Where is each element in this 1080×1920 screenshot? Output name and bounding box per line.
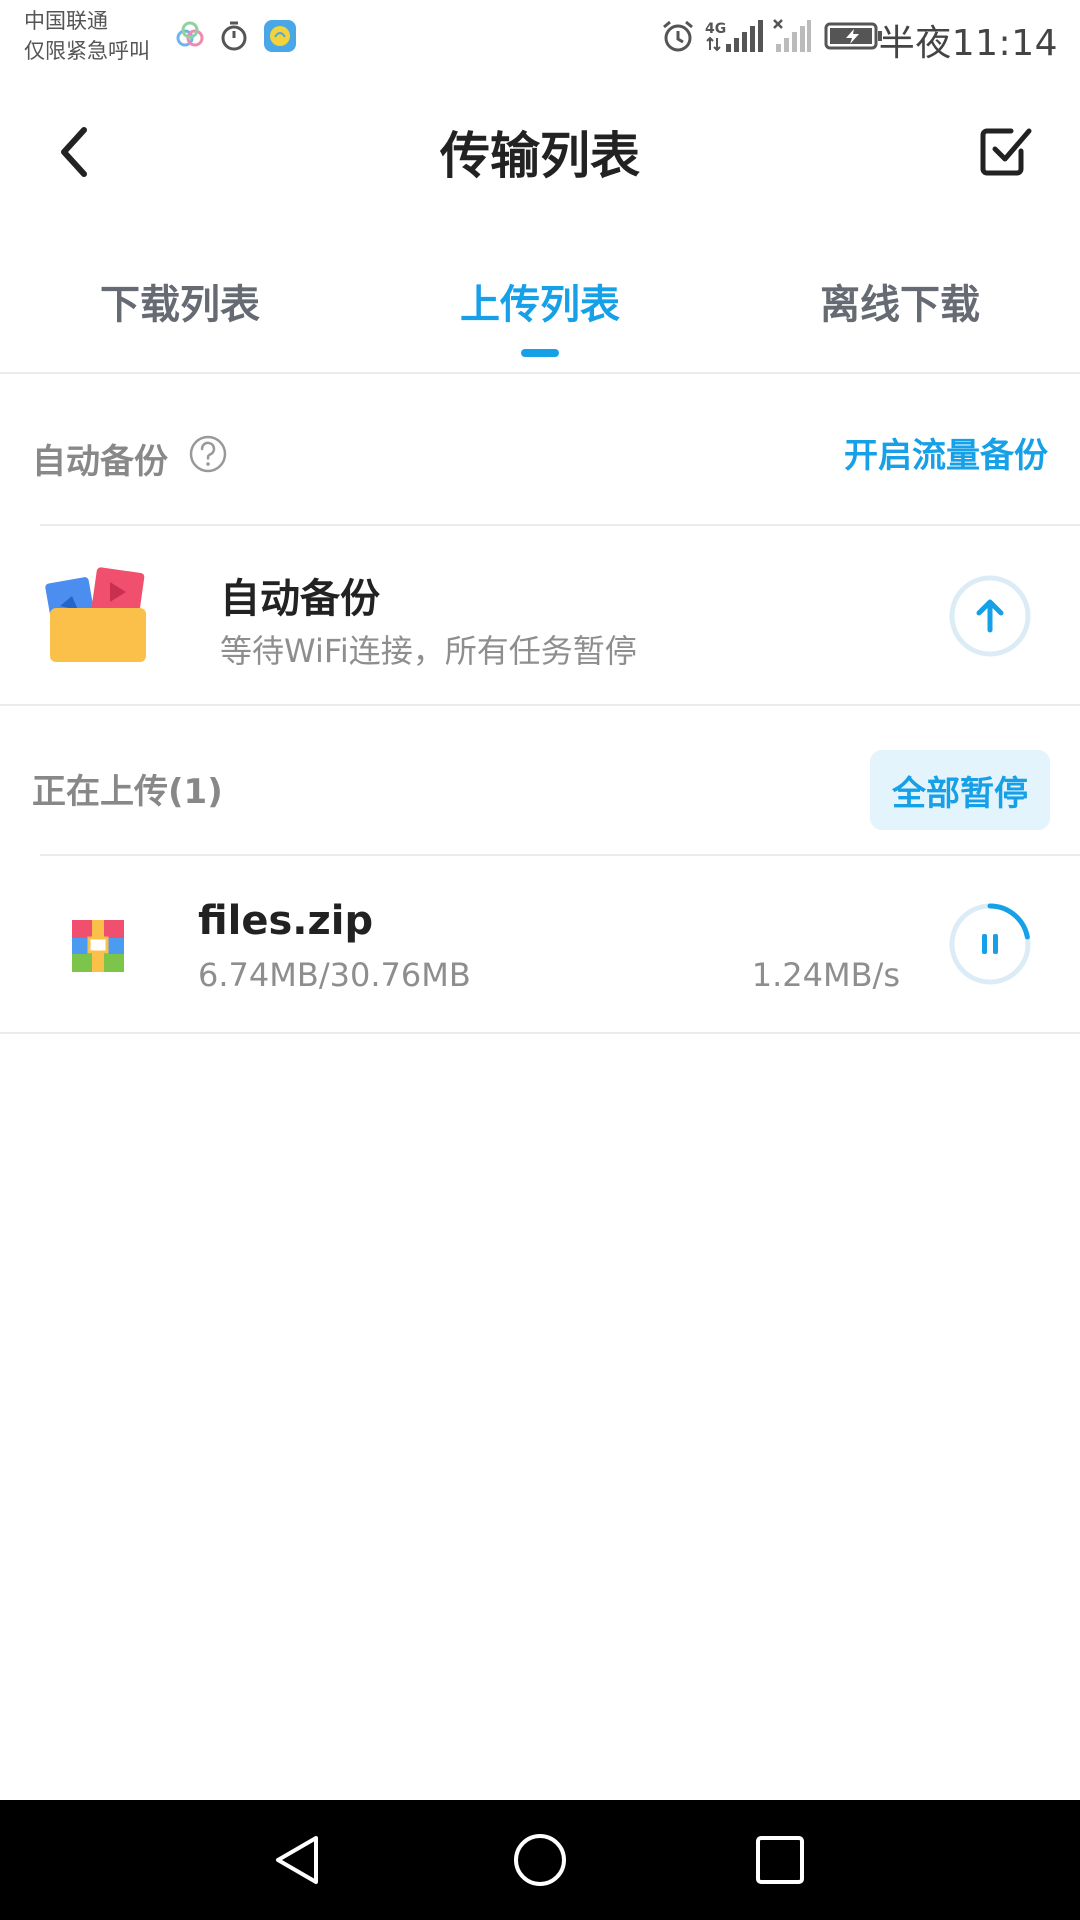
auto-backup-section-header: 自动备份 开启流量备份 bbox=[0, 376, 1080, 526]
upload-arrow-icon bbox=[949, 575, 1031, 657]
home-circle-icon bbox=[514, 1834, 566, 1886]
carrier-name: 中国联通 bbox=[24, 9, 108, 33]
backup-upload-button[interactable] bbox=[948, 574, 1032, 658]
back-triangle-icon bbox=[276, 1836, 318, 1884]
stopwatch-icon bbox=[216, 18, 252, 54]
signal-icon: 4G bbox=[704, 18, 766, 54]
pause-icon bbox=[949, 903, 1031, 985]
auto-backup-section-label: 自动备份 bbox=[32, 442, 168, 482]
auto-backup-title: 自动备份 bbox=[220, 576, 380, 622]
tab-upload-list[interactable]: 上传列表 bbox=[390, 272, 690, 330]
auto-backup-item[interactable]: 自动备份 等待WiFi连接，所有任务暂停 bbox=[0, 526, 1080, 704]
upload-file-name: files.zip bbox=[198, 898, 374, 944]
pause-upload-button[interactable] bbox=[948, 902, 1032, 986]
question-circle-icon[interactable] bbox=[188, 434, 228, 474]
upload-speed: 1.24MB/s bbox=[751, 956, 900, 994]
upload-progress-text: 6.74MB/30.76MB bbox=[198, 956, 471, 994]
system-nav-bar bbox=[0, 1800, 1080, 1920]
media-folder-icon bbox=[44, 564, 156, 664]
zip-archive-icon bbox=[70, 918, 126, 974]
upload-list-item[interactable]: files.zip 6.74MB/30.76MB 1.24MB/s bbox=[0, 856, 1080, 1032]
auto-backup-status: 等待WiFi连接，所有任务暂停 bbox=[220, 632, 637, 670]
uploading-section-header: 正在上传(1) 全部暂停 bbox=[0, 706, 1080, 856]
page-title: 传输列表 bbox=[440, 127, 640, 185]
active-tab-indicator bbox=[521, 349, 559, 357]
pause-all-button[interactable]: 全部暂停 bbox=[870, 750, 1050, 830]
clock: 半夜11:14 bbox=[878, 23, 1058, 64]
tab-bar: 下载列表 上传列表 离线下载 bbox=[0, 250, 1080, 374]
checkbox-edit-icon bbox=[980, 128, 1032, 176]
uploading-count-label: 正在上传(1) bbox=[32, 772, 223, 812]
alarm-icon bbox=[660, 18, 696, 54]
nav-back-button[interactable] bbox=[266, 1828, 330, 1892]
enable-data-backup-link[interactable]: 开启流量备份 bbox=[844, 428, 1048, 477]
nav-home-button[interactable] bbox=[508, 1828, 572, 1892]
app-notification-icon bbox=[262, 18, 298, 54]
nav-recents-button[interactable] bbox=[748, 1828, 812, 1892]
svg-text:4G: 4G bbox=[705, 21, 726, 37]
status-bar: 中国联通 仅限紧急呼叫 4G 半夜11:14 bbox=[0, 0, 1080, 76]
tab-download-list[interactable]: 下载列表 bbox=[30, 272, 330, 330]
no-signal-icon bbox=[772, 18, 812, 54]
select-button[interactable] bbox=[976, 122, 1036, 182]
cloud-app-icon bbox=[172, 18, 208, 54]
battery-charging-icon bbox=[824, 18, 884, 54]
tab-offline-download[interactable]: 离线下载 bbox=[750, 272, 1050, 330]
carrier-info: 中国联通 仅限紧急呼叫 bbox=[24, 6, 150, 66]
app-header: 传输列表 bbox=[0, 76, 1080, 232]
divider bbox=[0, 1032, 1080, 1034]
carrier-status: 仅限紧急呼叫 bbox=[24, 39, 150, 63]
recents-square-icon bbox=[756, 1836, 804, 1884]
